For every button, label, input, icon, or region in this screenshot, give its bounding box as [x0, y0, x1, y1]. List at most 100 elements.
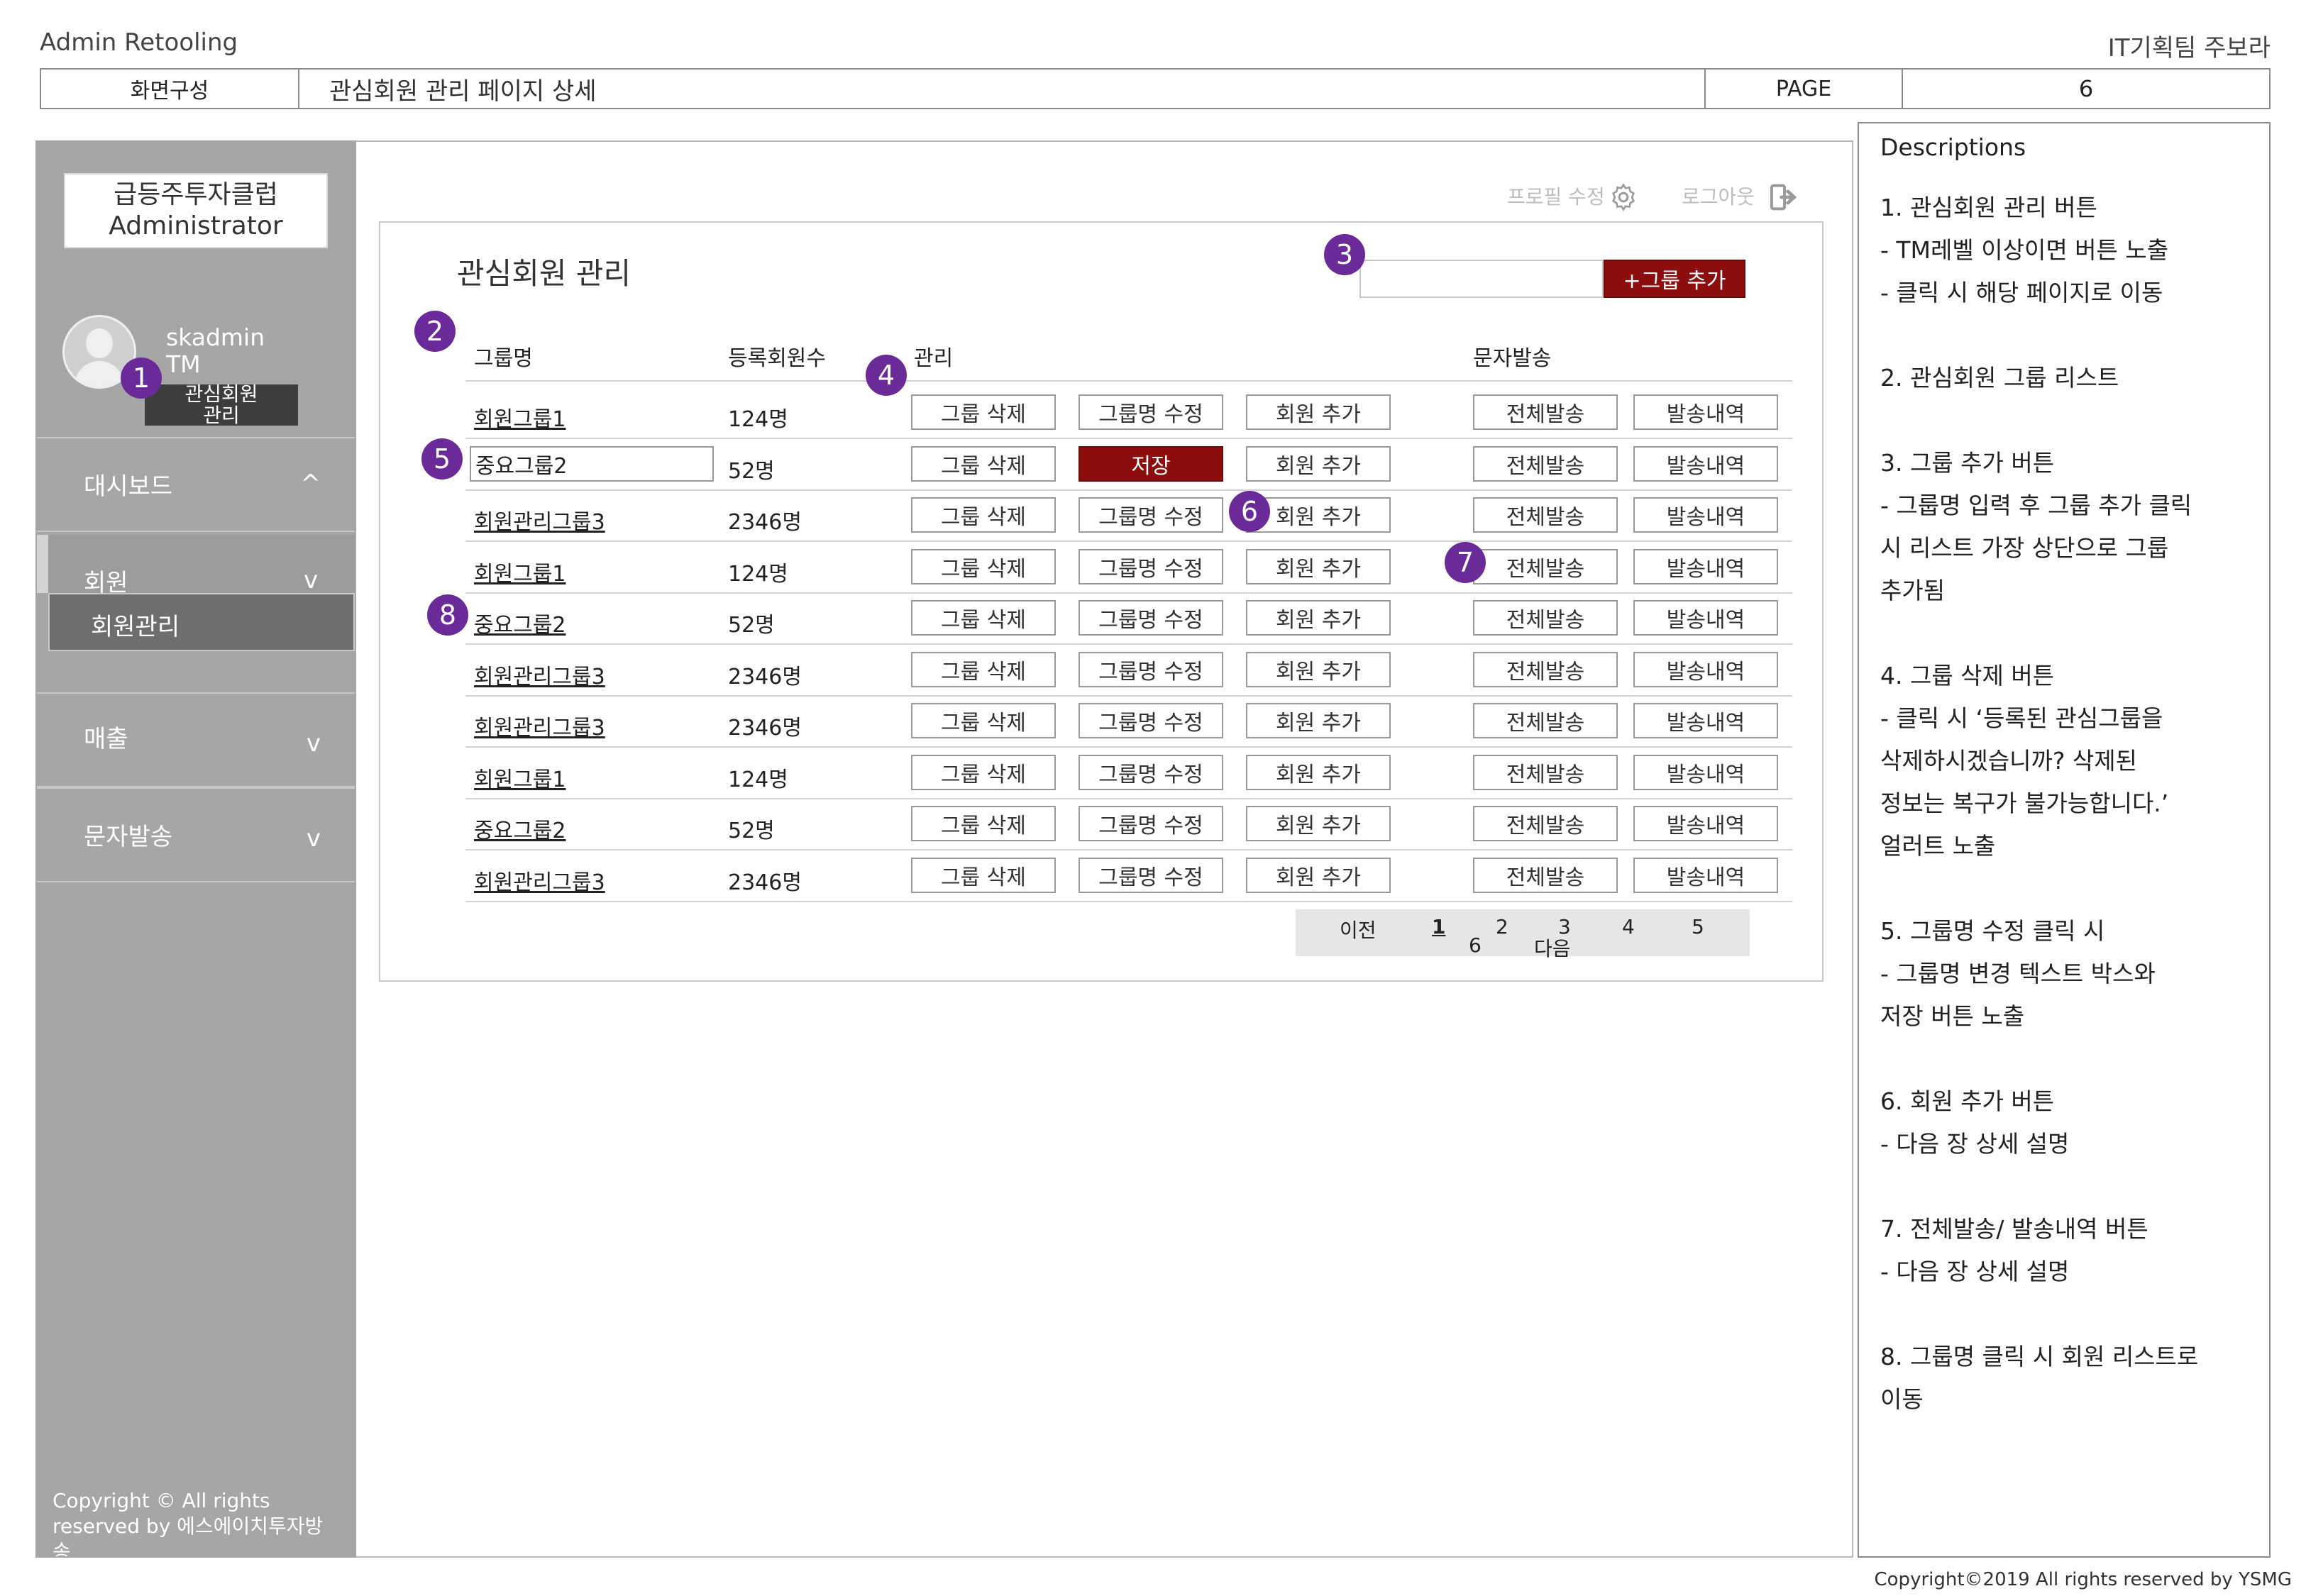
send-all-button[interactable]: 전체발송	[1473, 497, 1618, 533]
document-author: IT기획팀 주보라	[2107, 34, 2271, 62]
rename-group-button[interactable]: 그룹명 수정	[1078, 497, 1223, 533]
delete-group-button[interactable]: 그룹 삭제	[911, 755, 1056, 790]
add-member-button[interactable]: 회원 추가	[1246, 446, 1391, 482]
delete-group-button[interactable]: 그룹 삭제	[911, 446, 1056, 482]
pagination-next[interactable]: 다음	[1534, 933, 1571, 962]
sidebar-item-label: 문자발송	[84, 823, 173, 851]
send-history-button[interactable]: 발송내역	[1633, 652, 1778, 687]
description-line: 4. 그룹 삭제 버튼	[1880, 662, 2055, 689]
send-all-button[interactable]: 전체발송	[1473, 600, 1618, 636]
delete-group-button[interactable]: 그룹 삭제	[911, 652, 1056, 687]
add-group-button[interactable]: +그룹 추가	[1604, 260, 1745, 298]
rename-group-button[interactable]: 그룹명 수정	[1078, 394, 1223, 430]
group-name-link[interactable]: 회원관리그룹3	[474, 504, 605, 536]
sidebar-item-sales[interactable]: 매출 v	[37, 692, 355, 787]
interest-member-button[interactable]: 관심회원 관리	[145, 384, 298, 426]
add-member-button[interactable]: 회원 추가	[1246, 703, 1391, 738]
description-line: 1. 관심회원 관리 버튼	[1880, 194, 2097, 221]
send-all-button[interactable]: 전체발송	[1473, 755, 1618, 790]
active-indicator	[37, 535, 48, 593]
delete-group-button[interactable]: 그룹 삭제	[911, 703, 1056, 738]
column-header-group-name: 그룹명	[474, 346, 533, 371]
rename-group-button[interactable]: 그룹명 수정	[1078, 806, 1223, 841]
group-name-link[interactable]: 회원그룹1	[474, 401, 566, 433]
logout-link[interactable]: 로그아웃	[1682, 182, 1755, 210]
brand-logo[interactable]: 급등주투자클럽 Administrator	[64, 173, 328, 248]
send-history-button[interactable]: 발송내역	[1633, 446, 1778, 482]
add-member-button[interactable]: 회원 추가	[1246, 652, 1391, 687]
add-member-button[interactable]: 회원 추가	[1246, 755, 1391, 790]
member-count: 52명	[728, 819, 775, 843]
logout-icon[interactable]	[1770, 183, 1801, 211]
profile-edit-label: 프로필 수정	[1507, 185, 1605, 209]
description-line: 삭제하시겠습니까? 삭제된	[1880, 747, 2137, 775]
delete-group-button[interactable]: 그룹 삭제	[911, 549, 1056, 584]
add-member-button[interactable]: 회원 추가	[1246, 549, 1391, 584]
description-line: - 그룹명 입력 후 그룹 추가 클릭	[1880, 492, 2192, 519]
send-all-button[interactable]: 전체발송	[1473, 652, 1618, 687]
description-line: - 다음 장 상세 설명	[1880, 1130, 2070, 1158]
send-all-button[interactable]: 전체발송	[1473, 446, 1618, 482]
rename-group-button[interactable]: 그룹명 수정	[1078, 549, 1223, 584]
rename-group-button[interactable]: 그룹명 수정	[1078, 755, 1223, 790]
sidebar-subitem-member-management[interactable]: 회원관리	[48, 593, 355, 651]
delete-group-button[interactable]: 그룹 삭제	[911, 497, 1056, 533]
rename-group-button[interactable]: 그룹명 수정	[1078, 858, 1223, 893]
delete-group-button[interactable]: 그룹 삭제	[911, 600, 1056, 636]
send-all-button[interactable]: 전체발송	[1473, 806, 1618, 841]
delete-group-button[interactable]: 그룹 삭제	[911, 858, 1056, 893]
group-name-link[interactable]: 회원관리그룹3	[474, 659, 605, 690]
add-member-button[interactable]: 회원 추가	[1246, 600, 1391, 636]
send-history-button[interactable]: 발송내역	[1633, 497, 1778, 533]
chevron-down-icon: v	[306, 824, 321, 853]
logout-label: 로그아웃	[1682, 185, 1755, 209]
send-history-button[interactable]: 발송내역	[1633, 600, 1778, 636]
group-name-link[interactable]: 회원그룹1	[474, 762, 566, 793]
delete-group-button[interactable]: 그룹 삭제	[911, 806, 1056, 841]
rename-group-button[interactable]: 그룹명 수정	[1078, 703, 1223, 738]
group-name-link[interactable]: 회원그룹1	[474, 556, 566, 587]
add-member-button[interactable]: 회원 추가	[1246, 394, 1391, 430]
table-divider	[465, 380, 1792, 382]
rename-group-button[interactable]: 그룹명 수정	[1078, 600, 1223, 636]
send-history-button[interactable]: 발송내역	[1633, 755, 1778, 790]
description-line: 이동	[1880, 1385, 1924, 1413]
profile-edit-link[interactable]: 프로필 수정	[1507, 182, 1605, 210]
group-name-edit-input[interactable]: 중요그룹2	[470, 446, 714, 482]
add-member-button[interactable]: 회원 추가	[1246, 858, 1391, 893]
description-line: 2. 관심회원 그룹 리스트	[1880, 364, 2119, 392]
send-all-button[interactable]: 전체발송	[1473, 394, 1618, 430]
delete-group-button[interactable]: 그룹 삭제	[911, 394, 1056, 430]
send-history-button[interactable]: 발송내역	[1633, 858, 1778, 893]
group-name-input[interactable]	[1359, 260, 1604, 298]
send-all-button[interactable]: 전체발송	[1473, 549, 1618, 584]
callout-marker: 1	[121, 358, 162, 399]
group-name-link[interactable]: 중요그룹2	[474, 813, 566, 844]
send-history-button[interactable]: 발송내역	[1633, 394, 1778, 430]
page-link[interactable]: 2	[1496, 915, 1508, 938]
gear-icon[interactable]	[1608, 182, 1639, 213]
send-history-button[interactable]: 발송내역	[1633, 549, 1778, 584]
send-all-button[interactable]: 전체발송	[1473, 703, 1618, 738]
member-count: 124명	[728, 767, 788, 792]
pagination-prev[interactable]: 이전	[1340, 915, 1377, 943]
group-name-link[interactable]: 회원관리그룹3	[474, 865, 605, 896]
sidebar: 급등주투자클럽 Administrator skadmin TM 관심회원 관리…	[35, 140, 356, 1558]
sidebar-item-sms[interactable]: 문자발송 v	[37, 787, 355, 882]
callout-marker: 2	[414, 311, 456, 352]
group-name-link[interactable]: 중요그룹2	[474, 607, 566, 638]
send-all-button[interactable]: 전체발송	[1473, 858, 1618, 893]
group-name-link[interactable]: 회원관리그룹3	[474, 710, 605, 741]
send-history-button[interactable]: 발송내역	[1633, 703, 1778, 738]
page-link[interactable]: 6	[1469, 933, 1482, 957]
save-group-name-button[interactable]: 저장	[1078, 446, 1223, 482]
sidebar-item-dashboard[interactable]: 대시보드 ^	[37, 437, 355, 532]
page-link[interactable]: 4	[1622, 915, 1635, 938]
page-link-current[interactable]: 1	[1432, 915, 1445, 938]
add-member-button[interactable]: 회원 추가	[1246, 806, 1391, 841]
rename-group-button[interactable]: 그룹명 수정	[1078, 652, 1223, 687]
member-count: 2346명	[728, 870, 802, 895]
pagination: 이전 1 2 3 4 5 6 다음	[1296, 909, 1750, 960]
page-link[interactable]: 5	[1692, 915, 1704, 938]
send-history-button[interactable]: 발송내역	[1633, 806, 1778, 841]
